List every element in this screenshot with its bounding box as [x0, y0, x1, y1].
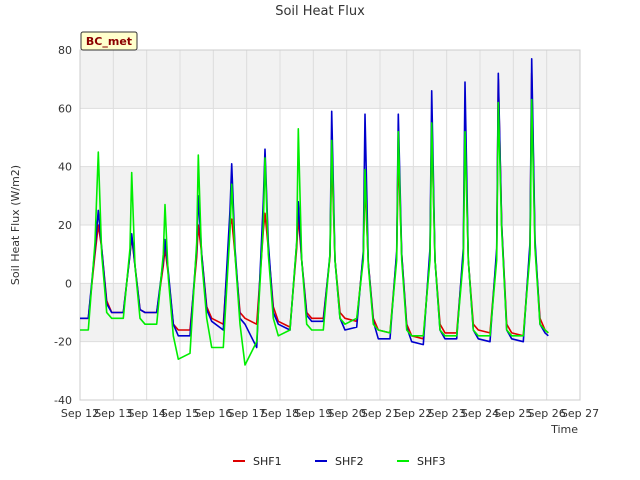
legend-label: SHF3	[417, 455, 446, 468]
y-tick-label: 40	[58, 161, 72, 174]
station-badge: BC_met	[80, 31, 138, 51]
y-tick-label: -40	[54, 394, 72, 407]
x-axis-label: Time	[550, 423, 578, 436]
background-band	[80, 50, 580, 109]
y-tick-labels: -40 -20 0 20 40 60 80	[54, 44, 72, 407]
station-badge-text: BC_met	[86, 35, 132, 48]
y-tick-label: 60	[58, 102, 72, 115]
x-tick-label: Sep 27	[561, 407, 599, 420]
y-tick-label: 0	[65, 277, 72, 290]
y-tick-label: 20	[58, 219, 72, 232]
chart-title: Soil Heat Flux	[275, 4, 365, 19]
legend: SHF1 SHF2 SHF3	[233, 455, 446, 468]
legend-label: SHF1	[253, 455, 282, 468]
legend-label: SHF2	[335, 455, 364, 468]
y-tick-label: 80	[58, 44, 72, 57]
background-band	[80, 108, 580, 167]
y-axis-label: Soil Heat Flux (W/m2)	[9, 165, 22, 285]
y-tick-label: -20	[54, 336, 72, 349]
background-band	[80, 341, 580, 400]
soil-heat-flux-chart: Soil Heat Flux -40 -20 0 20 40 60 80 Sep 12Sep…	[9, 4, 599, 468]
x-tick-labels: Sep 12Sep 13Sep 14Sep 15Sep 16Sep 17Sep …	[61, 407, 599, 420]
